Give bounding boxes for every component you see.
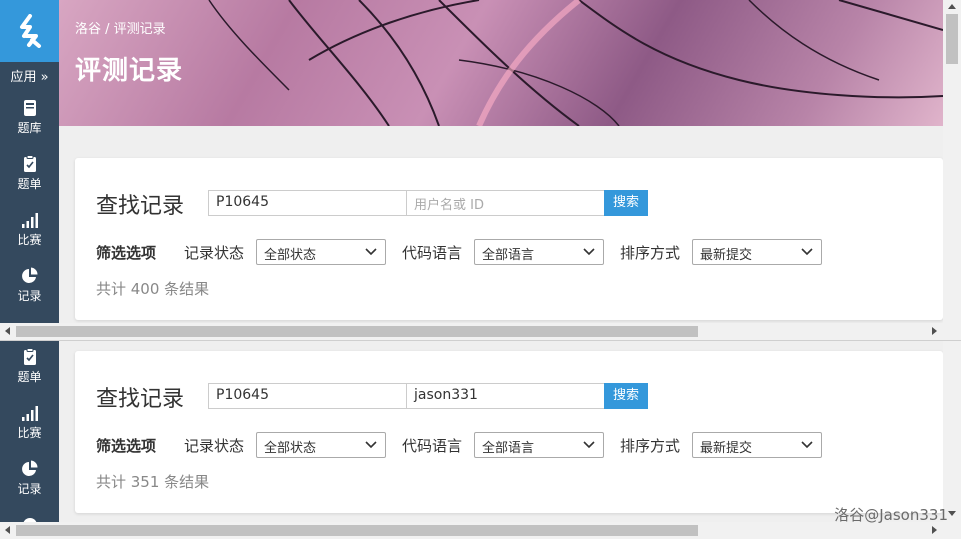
horizontal-scroll-thumb[interactable] (16, 326, 698, 337)
status-label: 记录状态 (184, 437, 245, 455)
pie-chart-icon (21, 267, 38, 283)
chevron-down-icon (365, 248, 377, 256)
banner-artwork (208, 0, 943, 126)
result-count: 共计 351 条结果 (96, 473, 210, 491)
username-input[interactable]: jason331 (406, 383, 605, 409)
problem-id-input[interactable]: P10645 (208, 190, 407, 216)
sidebar-item-label: 比赛 (17, 426, 42, 440)
horizontal-scrollbar[interactable] (0, 522, 943, 539)
sidebar-item-problems[interactable]: 题库 (0, 98, 59, 136)
language-label: 代码语言 (402, 244, 463, 262)
card-title: 查找记录 (96, 194, 185, 219)
search-button[interactable]: 搜索 (604, 190, 648, 216)
apps-menu-button[interactable]: 应用 » (0, 66, 59, 85)
book-icon (23, 100, 36, 116)
filter-row: 筛选选项 记录状态 全部状态 代码语言 全部语言 排序方式 最新提交 (96, 432, 936, 458)
filter-title: 筛选选项 (96, 437, 157, 455)
scroll-down-arrow-icon[interactable] (948, 511, 956, 516)
username-input[interactable]: 用户名或 ID (406, 190, 605, 216)
language-select[interactable]: 全部语言 (474, 239, 604, 265)
top-pane: 应用 » 题库 题单 比赛 记录 洛谷 / 评测记录 评测记录 查找记录 P10… (0, 0, 961, 340)
language-select-value: 全部语言 (482, 441, 535, 456)
pie-chart-icon (21, 460, 38, 476)
sidebar-item-contest[interactable]: 比赛 (0, 403, 59, 441)
language-select-value: 全部语言 (482, 248, 535, 263)
status-select-value: 全部状态 (264, 441, 317, 456)
status-label: 记录状态 (184, 244, 245, 262)
sidebar-item-label: 题单 (17, 370, 42, 384)
chevron-down-icon (801, 248, 813, 256)
watermark: 洛谷@Jason331 (834, 506, 948, 524)
chevron-down-icon (583, 441, 595, 449)
clipboard-icon (23, 348, 36, 365)
sidebar-item-contest[interactable]: 比赛 (0, 210, 59, 248)
sidebar: 题单 比赛 记录 (0, 341, 59, 539)
status-select-value: 全部状态 (264, 248, 317, 263)
order-select-value: 最新提交 (700, 441, 753, 456)
order-select[interactable]: 最新提交 (692, 239, 822, 265)
order-label: 排序方式 (620, 437, 681, 455)
sidebar-item-label: 记录 (17, 482, 42, 496)
sidebar-item-label: 记录 (17, 289, 42, 303)
sidebar-item-label: 题库 (17, 121, 42, 135)
chevron-down-icon (801, 441, 813, 449)
search-card: 查找记录 P10645 jason331 搜索 筛选选项 记录状态 全部状态 代… (75, 351, 943, 513)
scroll-left-arrow-icon[interactable] (5, 327, 10, 335)
username-placeholder: 用户名或 ID (414, 198, 484, 213)
result-count: 共计 400 条结果 (96, 280, 210, 298)
order-label: 排序方式 (620, 244, 681, 262)
chevron-down-icon (365, 441, 377, 449)
filter-title: 筛选选项 (96, 244, 157, 262)
clipboard-icon (23, 155, 36, 172)
bottom-pane: 题单 比赛 记录 查找记录 P10645 jason331 搜索 筛选选项 记录… (0, 341, 961, 539)
header-banner: 洛谷 / 评测记录 评测记录 (59, 0, 943, 126)
vertical-scrollbar[interactable] (943, 0, 961, 340)
scroll-right-arrow-icon[interactable] (932, 327, 937, 335)
order-select-value: 最新提交 (700, 248, 753, 263)
page-title: 评测记录 (75, 56, 184, 86)
order-select[interactable]: 最新提交 (692, 432, 822, 458)
language-label: 代码语言 (402, 437, 463, 455)
signal-bars-icon (21, 213, 38, 228)
language-select[interactable]: 全部语言 (474, 432, 604, 458)
scroll-up-arrow-icon[interactable] (948, 4, 956, 9)
card-title: 查找记录 (96, 387, 185, 412)
horizontal-scroll-thumb[interactable] (16, 525, 698, 536)
sidebar: 应用 » 题库 题单 比赛 记录 (0, 0, 59, 340)
scroll-left-arrow-icon[interactable] (5, 526, 10, 534)
sidebar-item-record[interactable]: 记录 (0, 266, 59, 304)
sidebar-item-record[interactable]: 记录 (0, 459, 59, 497)
luogu-logo[interactable] (0, 0, 59, 62)
status-select[interactable]: 全部状态 (256, 239, 386, 265)
filter-row: 筛选选项 记录状态 全部状态 代码语言 全部语言 排序方式 最新提交 (96, 239, 936, 265)
sidebar-item-training[interactable]: 题单 (0, 154, 59, 192)
sidebar-item-training[interactable]: 题单 (0, 347, 59, 385)
signal-bars-icon (21, 406, 38, 421)
horizontal-scrollbar[interactable] (0, 323, 943, 340)
scroll-right-arrow-icon[interactable] (932, 526, 937, 534)
search-card: 查找记录 P10645 用户名或 ID 搜索 筛选选项 记录状态 全部状态 代码… (75, 158, 943, 320)
breadcrumb[interactable]: 洛谷 / 评测记录 (75, 18, 166, 37)
status-select[interactable]: 全部状态 (256, 432, 386, 458)
sidebar-item-label: 题单 (17, 177, 42, 191)
chevron-down-icon (583, 248, 595, 256)
vertical-scroll-thumb[interactable] (946, 14, 958, 64)
search-button[interactable]: 搜索 (604, 383, 648, 409)
luogu-logo-icon (19, 14, 41, 48)
problem-id-input[interactable]: P10645 (208, 383, 407, 409)
sidebar-item-label: 比赛 (17, 233, 42, 247)
